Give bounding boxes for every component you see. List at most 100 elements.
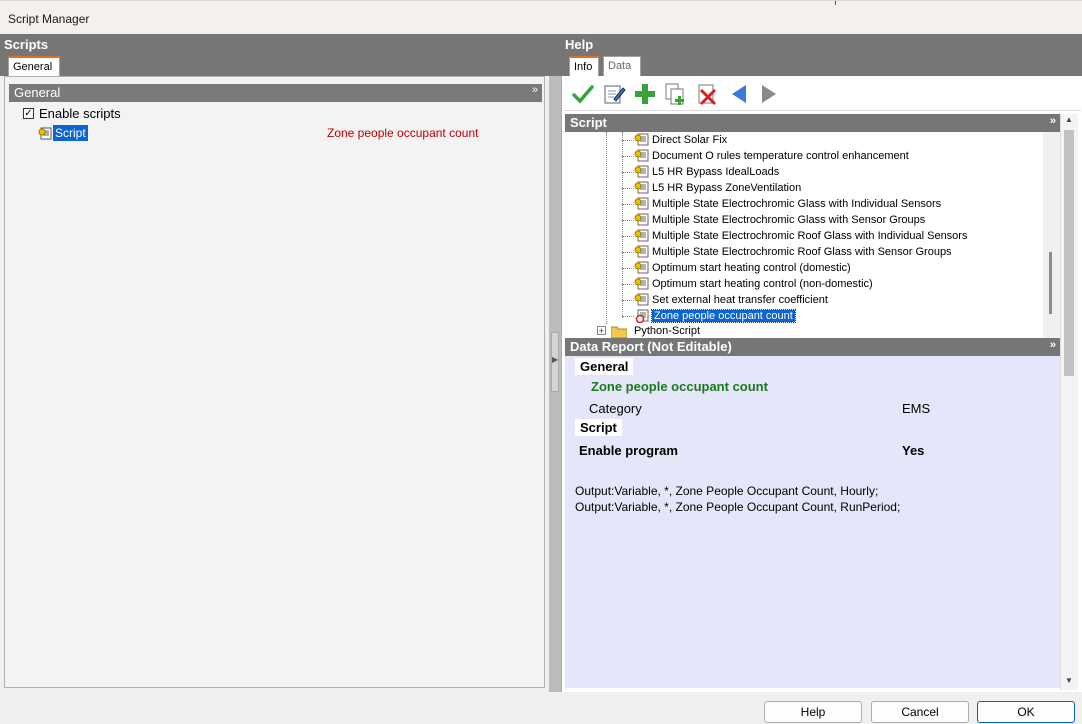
tree-guide-line bbox=[606, 132, 607, 324]
tree-item[interactable]: Optimum start heating control (non-domes… bbox=[622, 277, 873, 293]
tree-connector bbox=[622, 187, 634, 189]
report-script-name: Zone people occupant count bbox=[591, 379, 768, 394]
report-script-label: Script bbox=[575, 419, 622, 436]
tree-item[interactable]: L5 HR Bypass IdealLoads bbox=[622, 165, 779, 181]
folder-icon bbox=[611, 326, 627, 338]
title-bar: Script Manager bbox=[0, 0, 1082, 34]
tree-connector bbox=[622, 315, 634, 317]
report-output-line: Output:Variable, *, Zone People Occupant… bbox=[575, 500, 901, 514]
general-section-header[interactable]: General » bbox=[9, 84, 542, 102]
back-icon[interactable] bbox=[727, 82, 751, 106]
script-node[interactable]: Script bbox=[53, 125, 88, 141]
enable-scripts-checkbox[interactable]: ✓ bbox=[23, 108, 34, 119]
tree-scrollbar-thumb[interactable] bbox=[1049, 252, 1052, 314]
script-icon bbox=[634, 197, 649, 210]
script-icon bbox=[634, 229, 649, 242]
panel-header-band bbox=[0, 34, 1082, 76]
help-scrollbar-thumb[interactable] bbox=[1064, 130, 1074, 376]
tree-connector bbox=[622, 299, 634, 301]
scripts-panel: General » ✓ Enable scripts Script Zone p… bbox=[4, 76, 545, 688]
cancel-button[interactable]: Cancel bbox=[871, 701, 969, 723]
tree-item-label: Multiple State Electrochromic Roof Glass… bbox=[652, 229, 968, 242]
tab-info[interactable]: Info bbox=[569, 56, 599, 76]
tree-item-label: L5 HR Bypass IdealLoads bbox=[652, 165, 780, 178]
tree-connector bbox=[622, 235, 634, 237]
forward-icon[interactable] bbox=[757, 82, 781, 106]
help-button[interactable]: Help bbox=[764, 701, 862, 723]
script-icon bbox=[634, 133, 649, 146]
data-report-title: Data Report (Not Editable) bbox=[570, 339, 732, 354]
tree-item-label: Multiple State Electrochromic Glass with… bbox=[652, 197, 942, 210]
check-icon[interactable] bbox=[571, 82, 595, 106]
tree-connector bbox=[622, 171, 634, 173]
tree-item[interactable]: Direct Solar Fix bbox=[622, 133, 727, 149]
tree-item-label: Multiple State Electrochromic Roof Glass… bbox=[652, 245, 952, 258]
tree-scrollbar[interactable] bbox=[1043, 132, 1060, 338]
tree-item[interactable]: L5 HR Bypass ZoneVentilation bbox=[622, 181, 801, 197]
data-toolbar bbox=[563, 78, 1081, 111]
script-icon bbox=[634, 277, 649, 290]
ok-button[interactable]: OK bbox=[977, 701, 1075, 723]
tree-item[interactable]: Multiple State Electrochromic Roof Glass… bbox=[622, 245, 952, 261]
scripts-panel-title: Scripts bbox=[4, 37, 49, 52]
script-icon bbox=[634, 181, 649, 194]
title-divider-mark bbox=[835, 1, 836, 5]
tree-connector bbox=[622, 267, 634, 269]
tree-item[interactable]: Multiple State Electrochromic Glass with… bbox=[622, 213, 925, 229]
splitter-grip[interactable]: ▶ bbox=[551, 332, 559, 392]
tree-connector bbox=[622, 283, 634, 285]
splitter-arrow-icon: ▶ bbox=[552, 355, 559, 364]
report-collapse-chevron-icon[interactable]: » bbox=[1050, 339, 1056, 351]
report-output-line: Output:Variable, *, Zone People Occupant… bbox=[575, 484, 879, 498]
scroll-down-arrow-icon[interactable]: ▼ bbox=[1065, 676, 1073, 685]
tree-item[interactable]: Document O rules temperature control enh… bbox=[622, 149, 909, 165]
tree-item-label: Set external heat transfer coefficient bbox=[652, 293, 828, 306]
script-tree-title: Script bbox=[570, 115, 607, 130]
tree-item[interactable]: Multiple State Electrochromic Glass with… bbox=[622, 197, 941, 213]
tree-item[interactable]: Optimum start heating control (domestic) bbox=[622, 261, 851, 277]
tree-item-label: Zone people occupant count bbox=[651, 308, 796, 323]
tree-item-label: Optimum start heating control (domestic) bbox=[652, 261, 851, 274]
scroll-up-arrow-icon[interactable]: ▲ bbox=[1065, 115, 1073, 124]
copy-icon[interactable] bbox=[664, 82, 688, 106]
add-icon[interactable] bbox=[633, 82, 657, 106]
report-enable-label: Enable program bbox=[579, 443, 678, 458]
general-section-label: General bbox=[14, 85, 61, 100]
report-category-value: EMS bbox=[902, 401, 931, 416]
window-title: Script Manager bbox=[8, 12, 90, 26]
tree-connector bbox=[622, 219, 634, 221]
tab-data[interactable]: Data bbox=[603, 56, 641, 76]
expand-folder-toggle[interactable]: + bbox=[597, 326, 606, 336]
collapse-chevron-icon[interactable]: » bbox=[532, 84, 538, 96]
panel-splitter[interactable]: ▶ bbox=[549, 76, 561, 692]
script-tree-header[interactable]: Script » bbox=[565, 114, 1060, 132]
script-tree: Direct Solar Fix Document O rules tempera… bbox=[565, 132, 1043, 338]
script-collapse-chevron-icon[interactable]: » bbox=[1050, 115, 1056, 127]
script-icon bbox=[634, 213, 649, 226]
edit-icon[interactable] bbox=[602, 82, 626, 106]
script-icon bbox=[38, 127, 52, 140]
help-panel-scrollbar[interactable]: ▲ ▼ bbox=[1060, 114, 1078, 690]
script-icon bbox=[634, 293, 649, 306]
tab-general[interactable]: General bbox=[8, 56, 60, 76]
data-report-header[interactable]: Data Report (Not Editable) » bbox=[565, 338, 1060, 356]
script-icon bbox=[634, 245, 649, 258]
report-output-block: Output:Variable, *, Zone People Occupant… bbox=[575, 483, 900, 515]
script-value[interactable]: Zone people occupant count bbox=[327, 126, 478, 140]
tree-item[interactable]: Set external heat transfer coefficient bbox=[622, 293, 828, 309]
tree-folder-python-script[interactable]: Python-Script bbox=[634, 325, 700, 338]
delete-icon[interactable] bbox=[695, 82, 719, 106]
tree-item-label: Direct Solar Fix bbox=[652, 133, 728, 146]
tree-item-label: L5 HR Bypass ZoneVentilation bbox=[652, 181, 802, 194]
tree-item[interactable]: Multiple State Electrochromic Roof Glass… bbox=[622, 229, 967, 245]
script-icon bbox=[634, 261, 649, 274]
tree-item-label: Document O rules temperature control enh… bbox=[652, 149, 909, 162]
data-report: General Zone people occupant count Categ… bbox=[565, 356, 1060, 688]
script-icon bbox=[634, 149, 649, 162]
tree-item[interactable]: Zone people occupant count bbox=[622, 308, 796, 325]
tree-connector bbox=[622, 203, 634, 205]
script-icon bbox=[634, 165, 649, 178]
enable-scripts-label: Enable scripts bbox=[39, 106, 121, 121]
tree-item-label: Multiple State Electrochromic Glass with… bbox=[652, 213, 926, 226]
tree-item-label: Optimum start heating control (non-domes… bbox=[652, 277, 873, 290]
